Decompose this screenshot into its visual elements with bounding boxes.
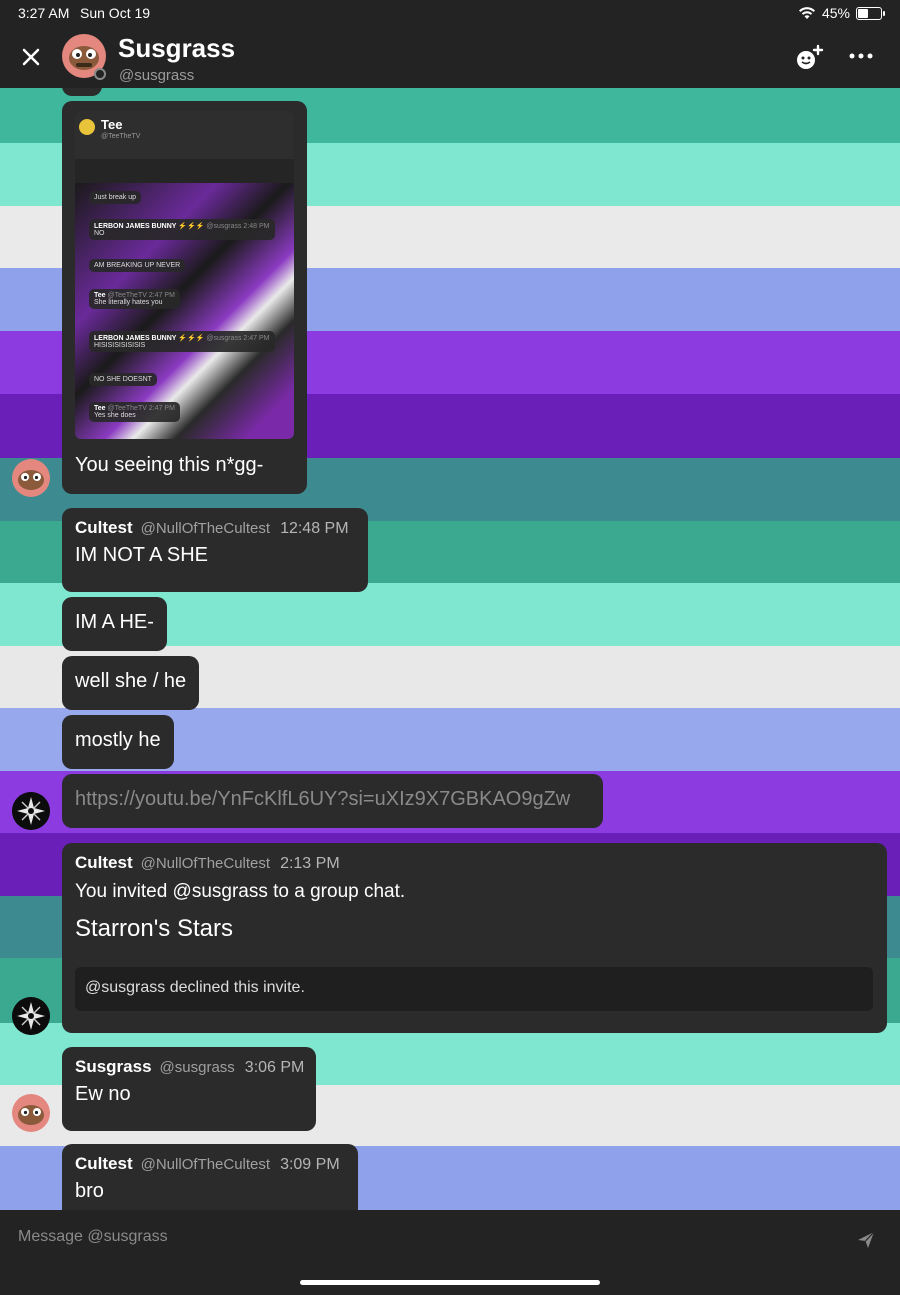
screenshot-message: NO SHE DOESNT [89,373,157,386]
message-text: Ew no [75,1083,131,1105]
message-time: 12:48 PM [280,520,349,537]
wifi-icon [798,7,815,19]
message-meta: Cultest @NullOfTheCultest 3:09 PM [75,1154,345,1174]
message-handle: @NullOfTheCultest [140,855,271,872]
message-time: 3:09 PM [280,1156,340,1173]
composer: Message @susgrass [0,1210,900,1295]
message-text: You invited @susgrass to a group chat. [75,881,406,902]
message-text: IM A HE- [75,611,154,633]
image-message[interactable]: Tee @TeeTheTV Just break up LERBON JAMES… [62,101,307,494]
message-author[interactable]: Susgrass [75,1057,152,1077]
status-indicators: 45% [798,5,885,21]
screenshot-name: Tee [101,117,123,132]
message-handle: @NullOfTheCultest [140,1156,271,1173]
send-icon[interactable] [856,1230,876,1250]
message-time: 2:13 PM [280,855,340,872]
message-text: bro [75,1180,104,1202]
screenshot-handle: @TeeTheTV [101,133,141,140]
message-text: You seeing this n*gg- [75,454,264,476]
header-handle: @susgrass [119,67,195,84]
message-bubble[interactable]: Susgrass @susgrass 3:06 PM Ew no [62,1047,316,1131]
more-icon[interactable] [848,46,874,66]
avatar[interactable] [12,459,50,497]
close-icon[interactable] [18,44,44,70]
battery-percent: 45% [821,5,850,21]
message-meta: Susgrass @susgrass 3:06 PM [75,1057,305,1077]
message-time: 3:06 PM [244,1059,305,1076]
message-bubble[interactable]: mostly he [62,715,174,769]
message-input[interactable]: Message @susgrass [18,1228,168,1246]
battery-icon [856,6,885,20]
add-friend-icon[interactable] [794,44,824,72]
invite-message[interactable]: Cultest @NullOfTheCultest 2:13 PM You in… [62,843,887,1033]
avatar[interactable] [12,792,50,830]
status-time: 3:27 AM [18,5,70,21]
message-text: well she / he [75,670,187,692]
chat-messages[interactable]: Tee @TeeTheTV Just break up LERBON JAMES… [0,88,900,1210]
screenshot-message: Tee @TeeTheTV 2:47 PM She literally hates… [89,289,180,309]
screenshot-message: LERBON JAMES BUNNY ⚡⚡⚡ @susgrass 2:47 PM… [89,331,275,352]
avatar[interactable] [12,1094,50,1132]
message-bubble[interactable]: Cultest @NullOfTheCultest 12:48 PM IM NO… [62,508,368,592]
invite-status: @susgrass declined this invite. [75,967,873,1011]
page-title: Susgrass [118,33,236,63]
message-text: mostly he [75,729,161,751]
status-bar: 3:27 AM Sun Oct 19 45% [0,0,900,26]
screenshot-message: AM BREAKING UP NEVER [89,259,186,272]
presence-indicator [94,68,106,80]
screenshot-message: LERBON JAMES BUNNY ⚡⚡⚡ @susgrass 2:48 PM… [89,219,275,240]
group-name: Starron's Stars [75,915,233,942]
message-text: IM NOT A SHE [75,544,208,566]
previous-bubble-edge [62,88,102,96]
status-date: Sun Oct 19 [80,5,151,21]
message-handle: @susgrass [159,1059,235,1076]
message-bubble[interactable]: https://youtu.be/YnFcKlfL6UY?si=uXIz9X7G… [62,774,603,828]
screenshot-message: Just break up [89,191,142,204]
screenshot-header: Tee @TeeTheTV [75,111,294,159]
message-author[interactable]: Cultest [75,1154,133,1174]
screenshot-image[interactable]: Tee @TeeTheTV Just break up LERBON JAMES… [75,111,294,439]
message-author[interactable]: Cultest [75,518,133,538]
message-handle: @NullOfTheCultest [140,520,271,537]
message-meta: Cultest @NullOfTheCultest 12:48 PM [75,518,355,538]
screenshot-message: Tee @TeeTheTV 2:47 PM Yes she does [89,402,180,422]
chat-header: Susgrass @susgrass [0,26,900,88]
message-link[interactable]: https://youtu.be/YnFcKlfL6UY?si=uXIz9X7G… [75,788,570,810]
home-indicator[interactable] [300,1280,600,1285]
screenshot-avatar [79,119,95,135]
message-bubble[interactable]: Cultest @NullOfTheCultest 3:09 PM bro [62,1144,358,1210]
avatar[interactable] [12,997,50,1035]
message-bubble[interactable]: well she / he [62,656,200,710]
message-bubble[interactable]: IM A HE- [62,597,167,651]
message-meta: Cultest @NullOfTheCultest 2:13 PM [75,853,874,873]
message-author[interactable]: Cultest [75,853,133,873]
